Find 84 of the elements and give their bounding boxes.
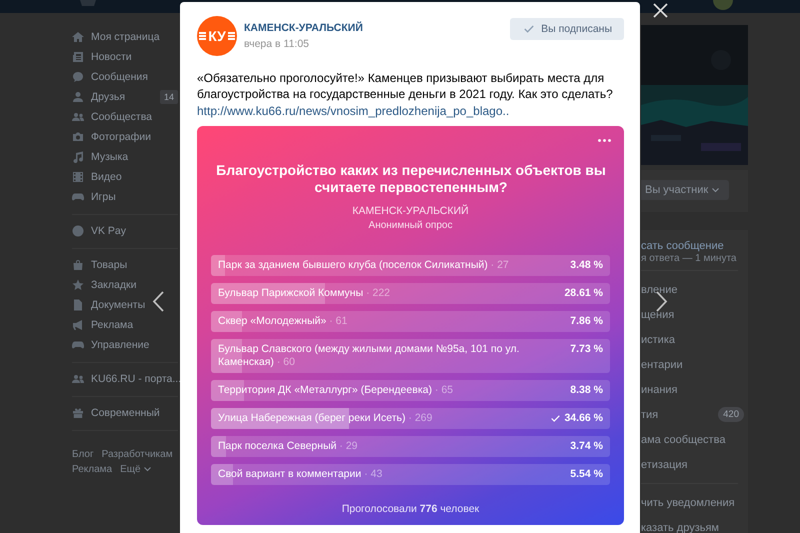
menu-item[interactable]: Современный (72, 407, 178, 419)
more-icon[interactable] (598, 139, 611, 142)
camera-icon (72, 131, 84, 143)
home-icon (72, 31, 84, 43)
music-note-icon (72, 151, 84, 163)
check-icon (524, 25, 534, 33)
group-avatar[interactable]: КУ (197, 16, 237, 56)
menu-item[interactable]: VK Pay (72, 225, 178, 237)
gamepad-icon (72, 339, 84, 351)
member-button[interactable]: Вы участник (641, 180, 730, 200)
menu-item[interactable]: ама сообщества (641, 434, 726, 446)
option-text: Территория ДК «Металлург» (Берендеевка) · 65 (218, 384, 454, 397)
gamepad-icon (72, 191, 84, 203)
option-text: Бульвар Славского (между жилыми домами №95а, 101 по ул. Каменская) · 60 (218, 343, 520, 369)
menu-item[interactable]: истика (641, 334, 675, 346)
response-time: я ответа — 1 минута (641, 253, 738, 264)
option-text: Парк за зданием бывшего клуба (поселок Силикатный) · 27 (218, 259, 510, 272)
menu-item[interactable]: вление (641, 284, 678, 296)
film-icon (72, 171, 84, 183)
bag-icon (72, 259, 84, 271)
people-icon (72, 373, 84, 385)
post-time[interactable]: вчера в 11:05 (244, 38, 363, 50)
percent-value: 7.86 % (570, 315, 603, 328)
menu-item[interactable]: щения (641, 308, 674, 320)
menu-item[interactable]: Фотографии (72, 131, 178, 143)
percent-value: 28.61 % (564, 287, 603, 300)
option-text: Бульвар Парижской Коммуны · 222 (218, 287, 391, 300)
menu-item[interactable]: Товары (72, 259, 178, 271)
option-text: Улица Набережная (берег реки Исеть) · 269 (218, 412, 434, 425)
counter-badge: 14 (160, 90, 178, 104)
percent-value: 8.38 % (570, 384, 603, 397)
gift-icon (72, 407, 84, 419)
menu-item[interactable]: Управление (72, 339, 178, 351)
menu-item[interactable]: KU66.RU - порта... (72, 373, 182, 385)
people-icon (72, 111, 84, 123)
percent-value: 3.74 % (570, 440, 603, 453)
menu-item[interactable]: Новости (72, 51, 178, 63)
footer-link[interactable]: Разработчикам (102, 449, 173, 460)
speech-bubble-icon (72, 71, 84, 83)
option-text: Сквер «Молодежный» · 61 (218, 315, 348, 328)
option-text: Свой вариант в комментарии · 43 (218, 468, 384, 481)
menu-item[interactable]: тия (641, 408, 658, 420)
post-text: «Обязательно проголосуйте!» Каменцев призывают выбирать места для благоустройства на государственные деньги в 2021 году. Как это сделать? (197, 70, 614, 102)
poll-type: Анонимный опрос (368, 220, 454, 231)
message-link[interactable]: сать сообщение (641, 240, 724, 252)
percent-value: 3.48 % (570, 259, 603, 272)
menu-item[interactable]: ентарии (641, 358, 683, 370)
menu-item[interactable]: Реклама (72, 319, 178, 331)
footer-link[interactable]: Реклама (72, 464, 112, 475)
action-link[interactable]: чить уведомления (641, 496, 735, 508)
person-icon (72, 91, 84, 103)
menu-item[interactable]: Видео (72, 171, 178, 183)
action-link[interactable]: казать друзьям (641, 522, 719, 533)
footer-link[interactable]: Ещё (120, 464, 151, 475)
menu-item[interactable]: Музыка (72, 151, 178, 163)
megaphone-icon (72, 319, 84, 331)
menu-item[interactable]: Закладки (72, 279, 178, 291)
percent-value: 34.66 % (564, 412, 603, 425)
poll-author: КАМЕНСК-УРАЛЬСКИЙ (351, 205, 470, 217)
menu-item[interactable]: инания (641, 384, 678, 396)
menu-item[interactable]: Моя страница (72, 31, 178, 43)
menu-item[interactable]: Сообщества (72, 111, 178, 123)
group-name[interactable]: КАМЕНСК-УРАЛЬСКИЙ (244, 22, 363, 34)
vote-total: Проголосовали 776 человек (340, 503, 480, 515)
menu-item[interactable]: Друзья (72, 91, 160, 103)
newspaper-icon (72, 51, 84, 63)
footer-link[interactable]: Блог (72, 449, 94, 460)
menu-item[interactable]: Игры (72, 191, 178, 203)
coin-icon (72, 225, 84, 237)
close-icon[interactable] (653, 3, 668, 18)
star-icon (72, 279, 84, 291)
percent-value: 5.54 % (570, 468, 603, 481)
poll-question: Благоустройство каких из перечисленных объектов вы считаете первостепенным? (215, 162, 607, 196)
menu-item[interactable]: етизация (641, 458, 688, 470)
option-text: Парк поселка Северный · 29 (218, 440, 358, 453)
menu-item[interactable]: Сообщения (72, 71, 178, 83)
check-icon (551, 415, 560, 422)
chevron-down-icon (712, 188, 720, 192)
menu-item[interactable]: Документы (72, 299, 178, 311)
counter-badge: 420 (718, 407, 744, 422)
document-icon (72, 299, 84, 311)
percent-value: 7.73 % (570, 343, 603, 356)
post-link[interactable]: http://www.ku66.ru/news/vnosim_predlozhenija_po_blago.. (197, 103, 510, 119)
subscribe-button[interactable]: Вы подписаны (510, 18, 624, 40)
